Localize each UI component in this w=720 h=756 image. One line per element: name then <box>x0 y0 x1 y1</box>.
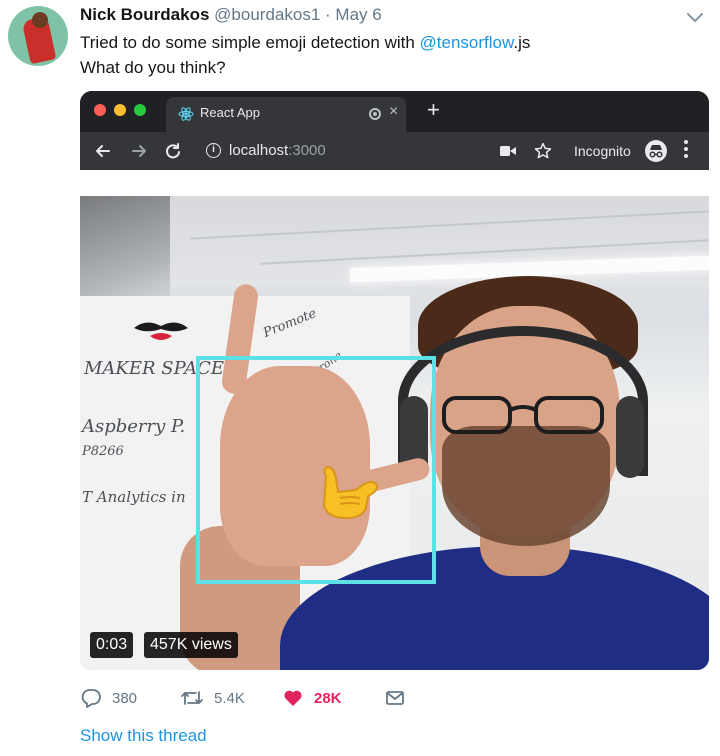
tweet-actions: 380 5.4K 28K <box>80 684 700 712</box>
close-icon: × <box>389 103 399 120</box>
page-top-strip <box>80 170 709 196</box>
reply-icon <box>81 689 101 708</box>
tweet-text-suffix: .js <box>513 33 531 52</box>
share-button[interactable] <box>384 684 416 712</box>
retweet-count: 5.4K <box>214 689 245 707</box>
envelope-icon <box>386 691 404 705</box>
more-vertical-icon <box>684 140 688 161</box>
like-button[interactable]: 28K <box>282 684 342 712</box>
mustache-doodle <box>134 322 188 340</box>
tweet-text: Tried to do some simple emoji detection … <box>80 30 700 80</box>
chevron-down-icon[interactable] <box>684 6 706 28</box>
back-arrow-icon <box>96 145 110 157</box>
incognito-label: Incognito <box>574 143 631 159</box>
reload-icon <box>166 143 180 159</box>
retweet-button[interactable]: 5.4K <box>180 684 245 712</box>
tweet-text-line-2: What do you think? <box>80 58 226 77</box>
ceiling-seam <box>190 210 709 240</box>
headphone-right-cup <box>616 396 644 478</box>
video-timestamp: 0:03 <box>90 632 134 658</box>
url-port: :3000 <box>288 142 326 159</box>
browser-toolbar: i localhost:3000 Incognito <box>80 132 709 170</box>
address-bar: localhost:3000 <box>229 142 326 159</box>
recording-icon <box>369 108 381 120</box>
plus-icon: + <box>427 97 440 122</box>
header-separator: · <box>325 5 331 24</box>
video-frame: MAKER SPACES Aspberry P. P8266 T Analyti… <box>80 196 709 670</box>
url-host: localhost <box>229 142 289 159</box>
avatar-head <box>32 12 48 28</box>
call-me-hand-icon <box>323 466 378 519</box>
whiteboard-text: P8266 <box>82 444 124 459</box>
tweet-header: Nick Bourdakos @bourdakos1 · May 6 <box>80 4 382 28</box>
tweet-text-part: Tried to do some simple emoji detection … <box>80 33 420 52</box>
whiteboard-text: Aspberry P. <box>82 416 186 437</box>
whiteboard-text: T Analytics in <box>82 488 186 506</box>
browser-tab-bar: React App × + <box>80 91 709 132</box>
tweet-video[interactable]: React App × + i localhost:3000 Incognito <box>80 91 709 670</box>
tweet-text-line-1: Tried to do some simple emoji detection … <box>80 30 700 55</box>
heart-icon <box>284 690 302 706</box>
forward-arrow-icon <box>132 145 146 157</box>
camera-icon <box>500 146 516 156</box>
tweet-date[interactable]: May 6 <box>335 5 381 24</box>
author-avatar[interactable] <box>8 6 68 66</box>
like-count: 28K <box>314 689 342 707</box>
window-close-light <box>94 104 106 116</box>
retweet-icon <box>181 691 203 705</box>
author-name[interactable]: Nick Bourdakos <box>80 5 209 24</box>
reply-count: 380 <box>112 689 138 707</box>
tab-title: React App <box>200 105 260 120</box>
window-minimize-light <box>114 104 126 116</box>
mention-link[interactable]: @tensorflow <box>420 33 514 52</box>
info-icon: i <box>206 143 221 158</box>
video-views: 457K views <box>144 632 238 658</box>
window-zoom-light <box>134 104 146 116</box>
whiteboard-text: Promote <box>261 306 319 341</box>
browser-tab: React App × <box>166 97 406 132</box>
incognito-icon <box>645 140 667 162</box>
react-logo-icon <box>178 107 194 121</box>
reply-button[interactable]: 380 <box>80 684 137 712</box>
show-thread-link[interactable]: Show this thread <box>80 726 207 746</box>
author-handle[interactable]: @bourdakos1 <box>214 5 320 24</box>
star-icon <box>534 142 552 159</box>
